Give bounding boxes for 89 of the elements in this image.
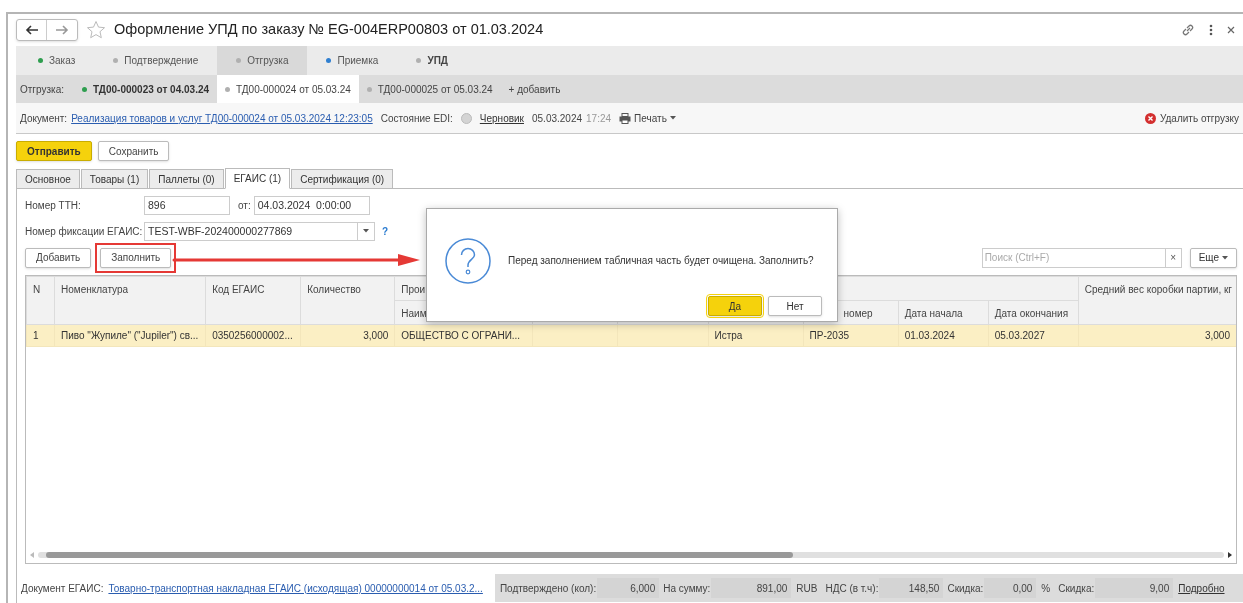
total-value: 9,00 — [1095, 578, 1174, 598]
unit-label: RUB — [796, 581, 818, 596]
star-icon[interactable] — [86, 20, 106, 40]
total-label: НДС (в т.ч): — [825, 581, 879, 596]
more-icon[interactable] — [1209, 24, 1213, 36]
scroll-right-icon[interactable] — [1228, 551, 1232, 558]
delete-shipment-button[interactable]: Удалить отгрузку — [1144, 110, 1239, 126]
form-tab[interactable]: Сертификация (0) — [291, 169, 394, 189]
shipment-tab[interactable]: ТД00-000024 от 05.03.24 — [217, 75, 359, 103]
dropdown-button[interactable] — [358, 221, 375, 241]
state-indicator-icon — [460, 112, 472, 124]
fill-button[interactable]: Заполнить — [100, 247, 172, 268]
shipment-tab[interactable]: ТД00-000025 от 05.03.24 — [358, 75, 501, 103]
total-label: На сумму: — [663, 581, 711, 596]
total-value: 0,00 — [984, 578, 1037, 598]
question-icon — [445, 238, 491, 284]
add-shipment-link[interactable]: + добавить — [500, 75, 569, 103]
add-button[interactable]: Добавить — [25, 247, 92, 268]
document-label: Документ: — [20, 111, 68, 126]
ttn-number-field[interactable]: 896 — [144, 195, 230, 215]
egais-document-link[interactable]: Товарно-транспортная накладная ЕГАИС (исходящая) 00000000014 от 05.03.2... — [108, 580, 483, 596]
details-link[interactable]: Подробно — [1178, 580, 1225, 596]
save-button[interactable]: Сохранить — [97, 141, 170, 161]
column-header: Дата начала — [898, 300, 989, 325]
table-cell: 0350256000002... — [212, 330, 293, 341]
edi-state-label: Состояние EDI: — [380, 111, 453, 126]
form-tab[interactable]: Товары (1) — [80, 169, 149, 189]
shipment-label: Отгрузка: — [19, 82, 65, 97]
document-link[interactable]: Реализация товаров и услуг ТД00-000024 от 05.03.2024 12:23:05 — [71, 110, 373, 126]
stage-tab[interactable]: Подтверждение — [94, 46, 218, 75]
state-time: 17:24 — [586, 111, 612, 126]
stage-tab[interactable]: Приемка — [307, 46, 398, 75]
table-cell: 01.03.2024 — [904, 330, 955, 341]
column-header: Код ЕГАИС — [205, 276, 301, 325]
link-icon[interactable] — [1181, 23, 1195, 37]
table-cell: ПР-2035 — [809, 330, 849, 341]
table-cell: 05.03.2027 — [994, 330, 1045, 341]
column-header: N — [26, 276, 55, 325]
table-cell: 3,000 — [1204, 330, 1230, 341]
stage-tab[interactable]: Отгрузка — [217, 46, 308, 75]
date-field[interactable]: 04.03.2024 0:00:00 — [253, 195, 370, 215]
yes-button[interactable]: Да — [708, 296, 762, 316]
shipment-tab[interactable]: ТД00-000023 от 04.03.24 — [74, 75, 218, 103]
close-circle-icon — [1144, 112, 1156, 124]
column-header: Дата окончания — [988, 300, 1079, 325]
stage-tab[interactable]: УПД — [397, 46, 467, 75]
form-tab[interactable]: ЕГАИС (1) — [224, 168, 291, 189]
column-header: Средний вес коробки партии, кг — [1078, 276, 1236, 325]
total-label: Подтверждено (кол): — [499, 581, 597, 596]
printer-icon — [619, 112, 632, 124]
clear-search-button[interactable]: × — [1165, 247, 1182, 268]
total-value: 148,50 — [879, 578, 944, 598]
help-link[interactable]: ? — [382, 223, 389, 239]
arrow-right-icon — [55, 25, 69, 35]
egais-document-label: Документ ЕГАИС: — [21, 581, 104, 596]
send-button[interactable]: Отправить — [16, 141, 92, 161]
table-cell: 3,000 — [363, 330, 389, 341]
more-button[interactable]: Еще — [1189, 247, 1237, 268]
column-header: Номенклатура — [54, 276, 206, 325]
search-field[interactable]: Поиск (Ctrl+F) — [981, 247, 1166, 268]
print-button[interactable]: Печать — [619, 110, 676, 126]
caret-icon — [1222, 255, 1228, 260]
state-date: 05.03.2024 — [532, 111, 583, 126]
field-label: Номер фиксации ЕГАИС: — [25, 224, 144, 239]
form-tab[interactable]: Основное — [16, 169, 80, 189]
form-tab[interactable]: Паллеты (0) — [149, 169, 224, 189]
window-title: Оформление УПД по заказу № EG-004ERP00803 от 01.03.2024 — [114, 20, 544, 40]
stage-tab[interactable]: Заказ — [26, 46, 95, 75]
caret-icon — [669, 116, 676, 120]
field-label: от: — [238, 198, 251, 213]
field-label: Номер ТТН: — [25, 198, 82, 213]
no-button[interactable]: Нет — [768, 296, 822, 316]
total-value: 891,00 — [711, 578, 792, 598]
column-header: Количество — [300, 276, 395, 325]
table-row[interactable]: 1 Пиво "Жупиле" ("Jupiler") св... 0350256000002... 3,000 ОБЩЕСТВО С ОГРАНИ... Истра ПР-2035 01.03.2024 05.03.2027 3,000 — [26, 324, 1236, 347]
total-label: Скидка: — [1058, 581, 1095, 596]
egais-number-field[interactable]: TEST-WBF-202400000277869 — [144, 221, 358, 241]
table-cell: 1 — [33, 330, 39, 341]
edi-state-link[interactable]: Черновик — [479, 110, 524, 126]
close-icon[interactable] — [1227, 26, 1235, 34]
table-cell: Истра — [714, 330, 743, 341]
total-value: 6,000 — [597, 578, 660, 598]
table-cell: Пиво "Жупиле" ("Jupiler") св... — [61, 330, 199, 341]
table-cell: ОБЩЕСТВО С ОГРАНИ... — [401, 330, 521, 341]
arrow-left-icon — [24, 25, 39, 35]
caret-icon — [363, 229, 369, 233]
dialog-message: Перед заполнением табличная часть будет очищена. Заполнить? — [508, 254, 814, 268]
total-label: Скидка: — [947, 581, 984, 596]
unit-label: % — [1041, 581, 1051, 596]
